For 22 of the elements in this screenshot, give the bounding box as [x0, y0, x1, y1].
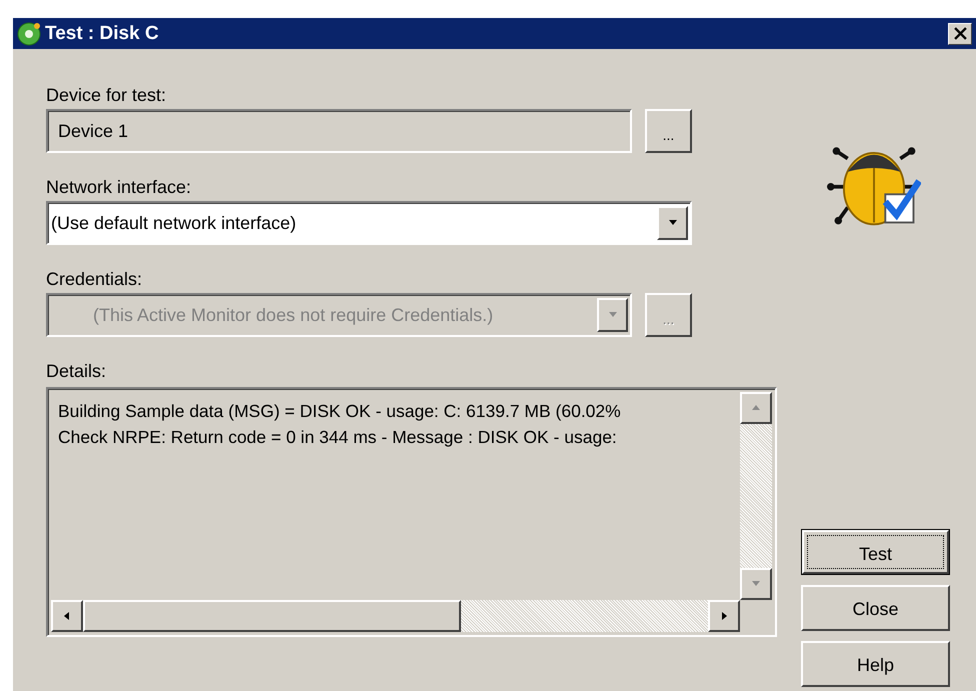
- dialog-button[interactable]: Help: [801, 641, 950, 687]
- text-field[interactable]: Device 1: [46, 109, 632, 153]
- dialog-button[interactable]: Close: [801, 585, 950, 631]
- field-label: Details:: [46, 360, 108, 383]
- details-line: Building Sample data (MSG) = DISK OK - usage: C: 6139.7 MB (60.02%: [58, 400, 621, 423]
- vertical-scrollbar[interactable]: [740, 392, 772, 600]
- field-label: Credentials:: [46, 268, 144, 291]
- field-label: Network interface:: [46, 176, 192, 199]
- horizontal-scrollbar[interactable]: [51, 600, 740, 632]
- close-icon: [954, 27, 966, 40]
- field-label: Device for test:: [46, 84, 168, 107]
- arrow-left-icon: [62, 611, 72, 621]
- details-text-area[interactable]: Building Sample data (MSG) = DISK OK - usage: C: 6139.7 MB (60.02% Check NRPE: Return code = 0 in 344 ms - Message : DISK OK - usage:: [46, 387, 777, 637]
- details-line: Check NRPE: Return code = 0 in 344 ms - Message : DISK OK - usage:: [58, 426, 617, 449]
- window-title: Test : Disk C: [45, 22, 160, 44]
- arrow-up-icon: [751, 403, 761, 413]
- close-button[interactable]: [948, 22, 972, 44]
- dropdown[interactable]: (Use default network interface): [46, 201, 692, 245]
- arrow-right-icon: [719, 611, 729, 621]
- browse-button[interactable]: ...: [645, 109, 692, 153]
- dialog-button[interactable]: Test: [801, 529, 950, 575]
- disc-icon: [17, 22, 41, 46]
